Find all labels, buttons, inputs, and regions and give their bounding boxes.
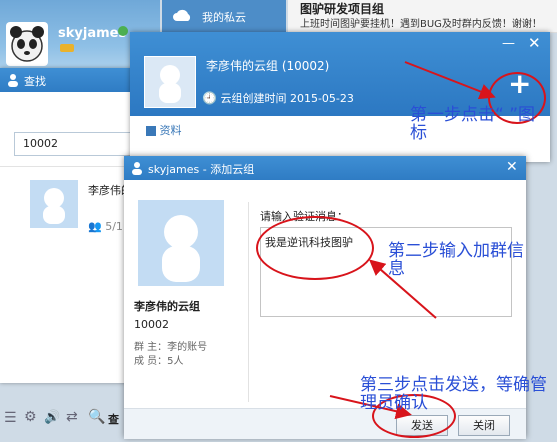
dialog-footer: 发送 关闭 (124, 408, 526, 439)
group-name: 李彦伟的云组 (10002) (206, 59, 330, 73)
dialog-close-icon[interactable]: ✕ (506, 159, 518, 175)
minimize-icon[interactable]: — (502, 36, 515, 51)
dialog-body: 李彦伟的云组 10002 群 主：李的账号 成 员：5人 请输入验证消息： 我是… (124, 180, 526, 408)
dialog-group-owner: 群 主：李的账号 (134, 342, 208, 353)
username: skyjames (58, 26, 127, 41)
dialog-title: skyjames - 添加云组 (148, 163, 255, 176)
cloud-icon (173, 9, 191, 21)
group-info-window: — ✕ 李彦伟的云组 (10002) 🕘 云组创建时间 2015-05-23 +… (130, 32, 550, 162)
annotation-step2: 第二步输入加群信息 (388, 241, 524, 279)
search-icon[interactable]: 🔍 (88, 409, 105, 425)
avatar[interactable] (6, 22, 48, 66)
result-member-count: 👥 5/1 (88, 220, 123, 233)
bottom-toolbar: ☰ ⚙ 🔊 ⇄ 🔍 查 (0, 404, 130, 434)
bottom-search-label[interactable]: 查 (108, 411, 119, 427)
tab-my-cloud[interactable]: 我的私云 (162, 0, 286, 32)
refresh-icon[interactable]: ⇄ (66, 409, 78, 425)
cloud-tab-label: 我的私云 (202, 11, 246, 24)
speaker-icon[interactable]: 🔊 (44, 410, 60, 425)
panda-avatar-icon (10, 26, 44, 62)
dialog-group-picture (138, 200, 224, 286)
search-input-value: 10002 (23, 137, 58, 150)
clock-icon: 🕘 (202, 91, 217, 105)
gear-icon[interactable]: ⚙ (24, 409, 37, 425)
dialog-group-members: 成 员：5人 (134, 356, 184, 367)
person-icon (132, 162, 142, 175)
members-icon: 👥 (88, 220, 102, 233)
online-status-icon[interactable] (118, 26, 128, 36)
close-button[interactable]: 关闭 (458, 415, 510, 436)
close-icon[interactable]: ✕ (528, 34, 541, 52)
group-created-date: 🕘 云组创建时间 2015-05-23 (202, 91, 354, 105)
dialog-group-name: 李彦伟的云组 (134, 300, 200, 313)
news-panel: 图驴研发项目组 上班时间图驴要挂机！遇到BUG及时群内反馈！谢谢！ (288, 0, 557, 33)
tab-profile[interactable]: 资料 (146, 122, 182, 138)
person-icon (8, 74, 18, 87)
annotation-step1: 第一步点击“ ”图标 (410, 105, 536, 143)
menu-icon[interactable]: ☰ (4, 410, 17, 426)
news-text: 上班时间图驴要挂机！遇到BUG及时群内反馈！谢谢！ (300, 19, 542, 30)
group-info-header: — ✕ 李彦伟的云组 (10002) 🕘 云组创建时间 2015-05-23 + (130, 32, 550, 116)
vip-badge (60, 44, 74, 52)
dialog-divider (248, 202, 249, 402)
profile-icon (146, 126, 156, 136)
dialog-titlebar: skyjames - 添加云组 ✕ (124, 156, 526, 180)
group-avatar-icon (30, 180, 78, 228)
dialog-group-id: 10002 (134, 318, 169, 331)
search-window-title: 查找 (24, 75, 46, 88)
annotation-ring-message (256, 216, 374, 280)
annotation-step3: 第三步点击发送，等确管理员确认 (360, 375, 547, 413)
group-picture (144, 56, 196, 108)
